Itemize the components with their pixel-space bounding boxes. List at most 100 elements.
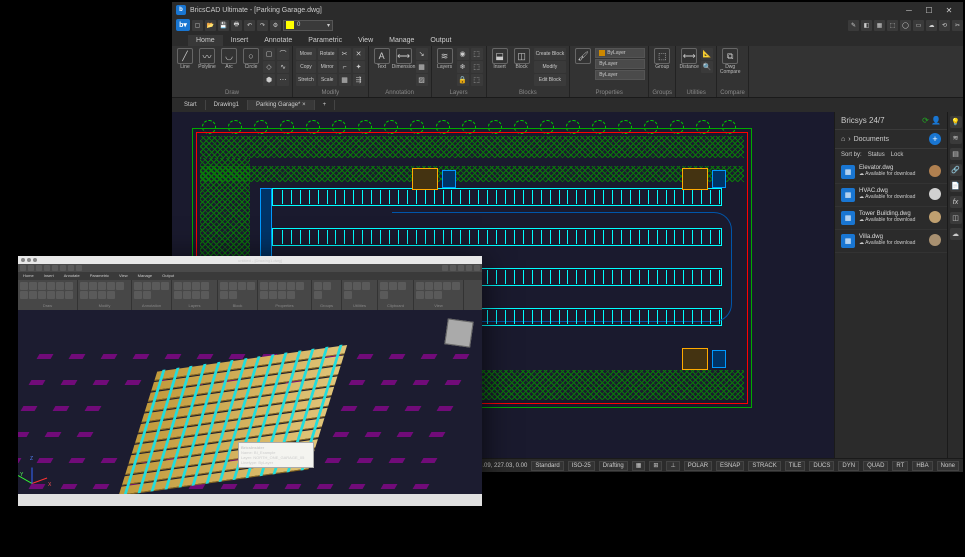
util-button[interactable]: 🔍	[701, 61, 713, 73]
hatch-button[interactable]: ▨	[416, 74, 428, 86]
qat-icon[interactable]	[28, 265, 34, 271]
doc-tab-drawing1[interactable]: Drawing1	[206, 100, 248, 110]
home-icon[interactable]: ⌂	[841, 136, 845, 143]
text-button[interactable]: AText	[372, 48, 392, 70]
qat-tool-icon[interactable]: ⟲	[939, 20, 950, 31]
ribbon-tab-home[interactable]: Home	[188, 35, 223, 46]
trim-button[interactable]: ✂	[339, 48, 351, 60]
array-button[interactable]: ▦	[339, 74, 351, 86]
ribbon-tab[interactable]: Output	[157, 272, 179, 280]
modify-block-button[interactable]: Modify	[534, 61, 567, 73]
rt-toggle[interactable]: RT	[892, 461, 908, 471]
stretch-button[interactable]: Stretch	[296, 74, 316, 86]
draw-tool-button[interactable]: ⬢	[263, 74, 275, 86]
ribbon-tab[interactable]: Manage	[133, 272, 157, 280]
ribbon-tab-view[interactable]: View	[350, 35, 381, 46]
close-button[interactable]: ✕	[939, 4, 959, 16]
layer-tool-button[interactable]: ❄	[457, 61, 469, 73]
qat-tool-icon[interactable]: ✂	[952, 20, 963, 31]
group-button[interactable]: ⬚Group	[652, 48, 672, 70]
tips-icon[interactable]: 💡	[950, 116, 962, 128]
ribbon-tab[interactable]: Home	[18, 272, 39, 280]
ribbon-tab[interactable]: Insert	[39, 272, 59, 280]
scale-button[interactable]: Scale	[318, 74, 337, 86]
sort-lock[interactable]: Lock	[891, 152, 904, 158]
layer-tool-button[interactable]: ⬚	[471, 61, 483, 73]
status-icon[interactable]: ⊞	[649, 461, 662, 471]
ribbon-tab[interactable]: Parametric	[85, 272, 114, 280]
layer-tool-button[interactable]: ⬚	[471, 74, 483, 86]
status-icon[interactable]: ⊥	[666, 461, 679, 471]
user-avatar-icon[interactable]: 👤	[931, 116, 941, 125]
edit-block-button[interactable]: Edit Block	[534, 74, 567, 86]
dimstyle-toggle[interactable]: Standard	[531, 461, 563, 471]
qat-tool-icon[interactable]: ▭	[913, 20, 924, 31]
draw-tool-button[interactable]: ⋯	[277, 74, 289, 86]
list-item[interactable]: ▦ Villa.dwg☁ Available for download	[835, 230, 947, 253]
ribbon-tab-manage[interactable]: Manage	[381, 35, 422, 46]
rotate-button[interactable]: Rotate	[318, 48, 337, 60]
new-tab-button[interactable]: +	[315, 100, 336, 110]
ribbon-tab-parametric[interactable]: Parametric	[300, 35, 350, 46]
mirror-button[interactable]: Mirror	[318, 61, 337, 73]
insert-block-button[interactable]: ⬓Insert	[490, 48, 510, 70]
rail-icon[interactable]: ◫	[950, 212, 962, 224]
draw-tool-button[interactable]: ∿	[277, 61, 289, 73]
line-button[interactable]: ╱Line	[175, 48, 195, 70]
color-combo[interactable]: ByLayer	[595, 48, 645, 58]
strack-toggle[interactable]: STRACK	[748, 461, 780, 471]
dimension-button[interactable]: ⟷Dimension	[394, 48, 414, 70]
offset-button[interactable]: ⇶	[353, 74, 365, 86]
esnap-toggle[interactable]: ESNAP	[716, 461, 744, 471]
cloud-panel-icon[interactable]: ☁	[950, 228, 962, 240]
sync-icon[interactable]: ⟳	[922, 116, 929, 125]
ribbon-tab[interactable]: Annotate	[59, 272, 85, 280]
layers-panel-icon[interactable]: ≋	[950, 132, 962, 144]
sort-status[interactable]: Status	[868, 152, 885, 158]
undo-icon[interactable]: ↶	[244, 20, 255, 31]
qat-icon[interactable]	[60, 265, 66, 271]
ribbon-tab[interactable]: View	[114, 272, 133, 280]
secondary-canvas[interactable]: BricsInsider Name: BI_Example Layer: NOR…	[18, 310, 482, 494]
qat-icon[interactable]	[44, 265, 50, 271]
qat-icon[interactable]	[458, 265, 464, 271]
ribbon-tab-insert[interactable]: Insert	[223, 35, 257, 46]
match-props-button[interactable]: 🖌	[573, 48, 593, 64]
tab-close-icon[interactable]: ×	[302, 102, 306, 108]
erase-button[interactable]: ✕	[353, 48, 365, 60]
sheets-icon[interactable]: 📄	[950, 180, 962, 192]
qat-icon[interactable]	[76, 265, 82, 271]
qat-icon[interactable]	[466, 265, 472, 271]
qat-icon[interactable]	[36, 265, 42, 271]
list-item[interactable]: ▦ Elevator.dwg☁ Available for download	[835, 161, 947, 184]
explode-button[interactable]: ✦	[353, 61, 365, 73]
tile-toggle[interactable]: TILE	[785, 461, 806, 471]
circle-button[interactable]: ○Circle	[241, 48, 261, 70]
breadcrumb-documents[interactable]: Documents	[854, 136, 889, 143]
doc-tab-start[interactable]: Start	[176, 100, 206, 110]
list-item[interactable]: ▦ HVAC.dwg☁ Available for download	[835, 184, 947, 207]
app-menu-button[interactable]: b▾	[176, 19, 190, 31]
save-icon[interactable]: 💾	[218, 20, 229, 31]
structure-panel-icon[interactable]: ▤	[950, 148, 962, 160]
add-button[interactable]: +	[929, 133, 941, 145]
view-cube[interactable]	[444, 318, 473, 347]
quad-toggle[interactable]: QUAD	[863, 461, 888, 471]
minimize-button[interactable]: ─	[899, 4, 919, 16]
arc-button[interactable]: ◡Arc	[219, 48, 239, 70]
qat-icon[interactable]	[450, 265, 456, 271]
draw-tool-button[interactable]: ◇	[263, 61, 275, 73]
redo-icon[interactable]: ↷	[257, 20, 268, 31]
qat-icon[interactable]	[68, 265, 74, 271]
layers-button[interactable]: ≋Layers	[435, 48, 455, 70]
draw-tool-button[interactable]: ⌒	[277, 48, 289, 60]
qat-tool-icon[interactable]: ☁	[926, 20, 937, 31]
units-toggle[interactable]: ISO-25	[568, 461, 595, 471]
qat-tool-icon[interactable]: ◯	[900, 20, 911, 31]
table-button[interactable]: ▦	[416, 61, 428, 73]
qat-tool-icon[interactable]: ⬚	[887, 20, 898, 31]
qat-icon[interactable]	[442, 265, 448, 271]
block-button[interactable]: ◫Block	[512, 48, 532, 70]
distance-button[interactable]: ⟷Distance	[679, 48, 699, 70]
qat-icon[interactable]	[52, 265, 58, 271]
